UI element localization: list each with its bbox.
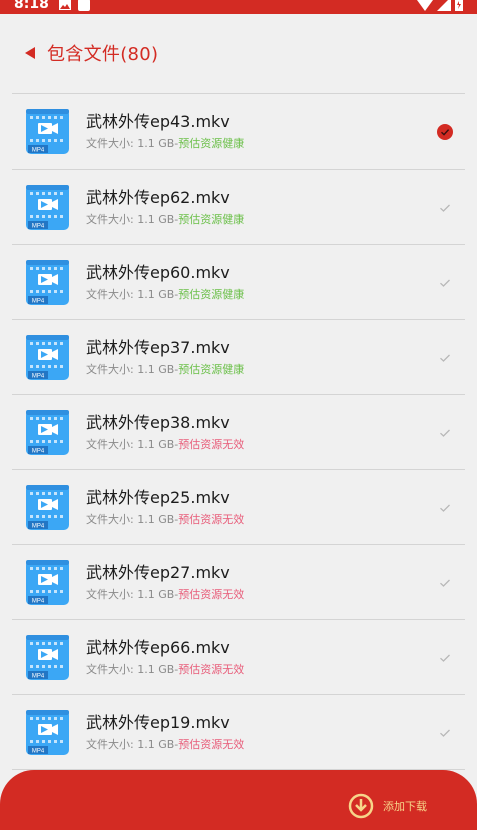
file-meta: 文件大小: 1.1 GB-预估资源无效 bbox=[86, 586, 244, 602]
file-meta: 文件大小: 1.1 GB-预估资源无效 bbox=[86, 436, 244, 452]
file-meta: 文件大小: 1.1 GB-预估资源无效 bbox=[86, 511, 244, 527]
file-meta: 文件大小: 1.1 GB-预估资源健康 bbox=[86, 286, 244, 302]
file-health-status: 预估资源健康 bbox=[178, 288, 245, 301]
add-download-button[interactable]: 添加下载 bbox=[383, 798, 427, 814]
file-size: 文件大小: 1.1 GB- bbox=[86, 663, 179, 676]
file-health-status: 预估资源健康 bbox=[178, 363, 245, 376]
file-icon-badge: MP4 bbox=[32, 674, 45, 680]
file-icon-badge: MP4 bbox=[32, 749, 45, 755]
download-icon[interactable] bbox=[348, 793, 374, 819]
file-icon-badge: MP4 bbox=[32, 524, 45, 530]
file-list-item[interactable]: MP4 武林外传ep37.mkv 文件大小: 1.1 GB-预估资源健康 bbox=[12, 320, 465, 395]
video-file-icon: MP4 bbox=[26, 710, 69, 755]
file-size: 文件大小: 1.1 GB- bbox=[86, 513, 179, 526]
file-name: 武林外传ep25.mkv bbox=[86, 488, 230, 507]
file-list-item[interactable]: MP4 武林外传ep25.mkv 文件大小: 1.1 GB-预估资源无效 bbox=[12, 470, 465, 545]
file-icon-badge: MP4 bbox=[32, 224, 45, 230]
check-icon[interactable] bbox=[437, 575, 453, 591]
file-health-status: 预估资源无效 bbox=[178, 738, 245, 751]
file-list-item[interactable]: MP4 武林外传ep43.mkv 文件大小: 1.1 GB-预估资源健康 bbox=[12, 94, 465, 170]
video-file-icon: MP4 bbox=[26, 485, 69, 530]
file-name: 武林外传ep19.mkv bbox=[86, 713, 230, 732]
video-file-icon: MP4 bbox=[26, 185, 69, 230]
app-notification-icon bbox=[77, 0, 90, 11]
file-list-item[interactable]: MP4 武林外传ep62.mkv 文件大小: 1.1 GB-预估资源健康 bbox=[12, 170, 465, 245]
file-icon-badge: MP4 bbox=[32, 599, 45, 605]
video-file-icon: MP4 bbox=[26, 109, 69, 154]
battery-icon bbox=[455, 0, 463, 11]
video-file-icon: MP4 bbox=[26, 335, 69, 380]
back-arrow-icon[interactable] bbox=[24, 47, 36, 59]
file-health-status: 预估资源无效 bbox=[178, 588, 245, 601]
video-file-icon: MP4 bbox=[26, 560, 69, 605]
file-health-status: 预估资源健康 bbox=[178, 137, 245, 150]
file-size: 文件大小: 1.1 GB- bbox=[86, 738, 179, 751]
bottom-action-bar: 添加下载 bbox=[0, 770, 477, 830]
check-icon[interactable] bbox=[437, 650, 453, 666]
file-list-item[interactable]: MP4 武林外传ep66.mkv 文件大小: 1.1 GB-预估资源无效 bbox=[12, 620, 465, 695]
file-meta: 文件大小: 1.1 GB-预估资源无效 bbox=[86, 661, 244, 677]
file-name: 武林外传ep62.mkv bbox=[86, 188, 230, 207]
file-size: 文件大小: 1.1 GB- bbox=[86, 588, 179, 601]
page-title: 包含文件(80) bbox=[47, 44, 159, 65]
file-size: 文件大小: 1.1 GB- bbox=[86, 363, 179, 376]
check-icon[interactable] bbox=[437, 725, 453, 741]
video-file-icon: MP4 bbox=[26, 635, 69, 680]
status-time: 8:18 bbox=[14, 0, 49, 12]
file-list-item[interactable]: MP4 武林外传ep19.mkv 文件大小: 1.1 GB-预估资源无效 bbox=[12, 695, 465, 770]
video-file-icon: MP4 bbox=[26, 260, 69, 305]
file-name: 武林外传ep43.mkv bbox=[86, 112, 230, 131]
file-size: 文件大小: 1.1 GB- bbox=[86, 213, 179, 226]
file-icon-badge: MP4 bbox=[32, 299, 45, 305]
file-health-status: 预估资源无效 bbox=[178, 513, 245, 526]
file-list: MP4 武林外传ep43.mkv 文件大小: 1.1 GB-预估资源健康 MP4 bbox=[12, 94, 465, 770]
check-icon[interactable] bbox=[437, 425, 453, 441]
file-size: 文件大小: 1.1 GB- bbox=[86, 438, 179, 451]
file-name: 武林外传ep38.mkv bbox=[86, 413, 230, 432]
file-meta: 文件大小: 1.1 GB-预估资源健康 bbox=[86, 135, 244, 151]
file-meta: 文件大小: 1.1 GB-预估资源无效 bbox=[86, 736, 244, 752]
check-icon[interactable] bbox=[437, 350, 453, 366]
file-name: 武林外传ep27.mkv bbox=[86, 563, 230, 582]
file-list-item[interactable]: MP4 武林外传ep60.mkv 文件大小: 1.1 GB-预估资源健康 bbox=[12, 245, 465, 320]
file-list-item[interactable]: MP4 武林外传ep27.mkv 文件大小: 1.1 GB-预估资源无效 bbox=[12, 545, 465, 620]
check-icon[interactable] bbox=[437, 500, 453, 516]
file-list-item[interactable]: MP4 武林外传ep38.mkv 文件大小: 1.1 GB-预估资源无效 bbox=[12, 395, 465, 470]
file-icon-badge: MP4 bbox=[32, 374, 45, 380]
file-health-status: 预估资源无效 bbox=[178, 663, 245, 676]
signal-icon bbox=[437, 0, 451, 11]
image-notification-icon bbox=[58, 0, 71, 10]
file-name: 武林外传ep66.mkv bbox=[86, 638, 230, 657]
file-icon-badge: MP4 bbox=[32, 148, 45, 154]
status-bar: 8:18 bbox=[0, 0, 477, 14]
checked-circle-icon[interactable] bbox=[437, 124, 453, 140]
file-health-status: 预估资源无效 bbox=[178, 438, 245, 451]
video-file-icon: MP4 bbox=[26, 410, 69, 455]
wifi-icon bbox=[417, 0, 433, 11]
file-icon-badge: MP4 bbox=[32, 449, 45, 455]
file-name: 武林外传ep37.mkv bbox=[86, 338, 230, 357]
file-meta: 文件大小: 1.1 GB-预估资源健康 bbox=[86, 361, 244, 377]
file-size: 文件大小: 1.1 GB- bbox=[86, 288, 179, 301]
file-health-status: 预估资源健康 bbox=[178, 213, 245, 226]
file-size: 文件大小: 1.1 GB- bbox=[86, 137, 179, 150]
file-name: 武林外传ep60.mkv bbox=[86, 263, 230, 282]
check-icon[interactable] bbox=[437, 275, 453, 291]
file-meta: 文件大小: 1.1 GB-预估资源健康 bbox=[86, 211, 244, 227]
header: 包含文件(80) bbox=[0, 14, 477, 92]
check-icon[interactable] bbox=[437, 200, 453, 216]
